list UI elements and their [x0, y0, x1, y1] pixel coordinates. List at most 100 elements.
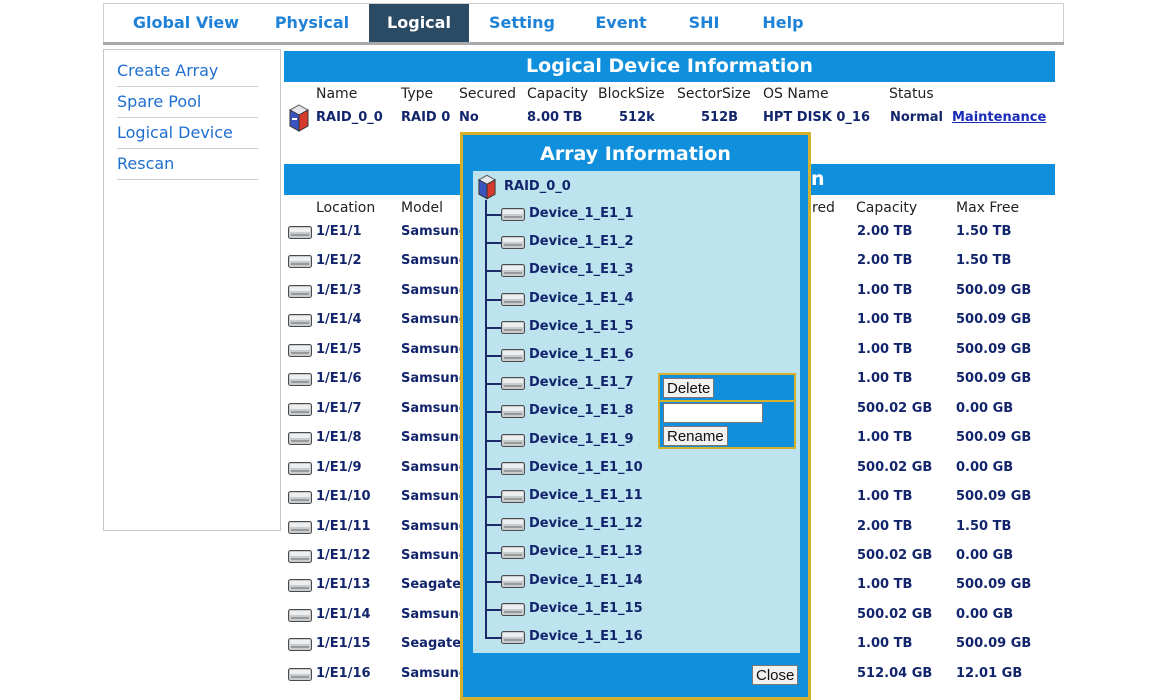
sidebar-item-spare-pool[interactable]: Spare Pool	[117, 87, 258, 118]
row-max-free: 500.09 GB	[956, 283, 1032, 298]
tree-device-label[interactable]: Device_1_E1_9	[529, 432, 634, 447]
tree-branch	[487, 581, 501, 583]
tree-device-label[interactable]: Device_1_E1_4	[529, 291, 634, 306]
row-capacity: 500.02 GB	[857, 401, 933, 416]
nav-underline	[103, 42, 1064, 45]
row-model: Samsung	[401, 607, 469, 622]
device-context-menu: Delete Rename	[658, 373, 796, 449]
disk-icon	[501, 603, 525, 616]
row-max-free: 500.09 GB	[956, 489, 1032, 504]
disk-icon	[288, 226, 312, 239]
logical-row-os-name: HPT DISK 0_16	[763, 110, 871, 125]
row-capacity: 1.00 TB	[857, 371, 913, 386]
row-location[interactable]: 1/E1/16	[316, 666, 371, 681]
row-max-free: 0.00 GB	[956, 607, 1014, 622]
tree-device-label[interactable]: Device_1_E1_15	[529, 601, 643, 616]
row-model: Samsung	[401, 548, 469, 563]
tree-branch	[487, 496, 501, 498]
tree-device-label[interactable]: Device_1_E1_12	[529, 516, 643, 531]
physical-title-fragment: n	[811, 168, 825, 190]
row-capacity: 500.02 GB	[857, 460, 933, 475]
tab-help[interactable]: Help	[754, 4, 812, 42]
tab-global-view[interactable]: Global View	[122, 4, 250, 42]
row-model: Samsung	[401, 430, 469, 445]
row-location[interactable]: 1/E1/5	[316, 342, 362, 357]
disk-icon	[501, 264, 525, 277]
row-max-free: 1.50 TB	[956, 519, 1012, 534]
tree-device-label[interactable]: Device_1_E1_8	[529, 403, 634, 418]
tree-device-label[interactable]: Device_1_E1_3	[529, 262, 634, 277]
logical-row-name[interactable]: RAID_0_0	[316, 110, 383, 125]
logical-row-capacity: 8.00 TB	[527, 110, 583, 125]
row-max-free: 0.00 GB	[956, 401, 1014, 416]
row-capacity: 1.00 TB	[857, 577, 913, 592]
disk-icon	[501, 462, 525, 475]
disk-icon	[288, 609, 312, 622]
tree-branch	[487, 552, 501, 554]
tree-root-label[interactable]: RAID_0_0	[504, 179, 571, 194]
row-location[interactable]: 1/E1/8	[316, 430, 362, 445]
header-secured-fragment: red	[812, 200, 835, 216]
header-name: Name	[316, 86, 358, 102]
row-capacity: 1.00 TB	[857, 283, 913, 298]
tree-device-label[interactable]: Device_1_E1_16	[529, 629, 643, 644]
row-max-free: 500.09 GB	[956, 430, 1032, 445]
disk-icon	[288, 668, 312, 681]
maintenance-link[interactable]: Maintenance	[952, 110, 1046, 125]
row-location[interactable]: 1/E1/3	[316, 283, 362, 298]
tree-device-label[interactable]: Device_1_E1_11	[529, 488, 643, 503]
tree-device-label[interactable]: Device_1_E1_7	[529, 375, 634, 390]
logical-row-blocksize: 512k	[619, 110, 655, 125]
row-location[interactable]: 1/E1/11	[316, 519, 371, 534]
tree-device-label[interactable]: Device_1_E1_2	[529, 234, 634, 249]
header-blocksize: BlockSize	[598, 86, 665, 102]
row-location[interactable]: 1/E1/9	[316, 460, 362, 475]
row-location[interactable]: 1/E1/4	[316, 312, 362, 327]
row-location[interactable]: 1/E1/13	[316, 577, 371, 592]
tree-branch	[487, 327, 501, 329]
tree-branch	[487, 383, 501, 385]
tab-physical[interactable]: Physical	[262, 4, 362, 42]
close-button[interactable]: Close	[752, 665, 799, 685]
row-max-free: 0.00 GB	[956, 548, 1014, 563]
row-capacity: 512.04 GB	[857, 666, 933, 681]
row-location[interactable]: 1/E1/10	[316, 489, 371, 504]
raid-array-icon	[478, 174, 496, 200]
tree-device-label[interactable]: Device_1_E1_1	[529, 206, 634, 221]
tab-event[interactable]: Event	[586, 4, 656, 42]
sidebar-item-logical-device[interactable]: Logical Device	[117, 118, 258, 149]
tree-branch	[487, 355, 501, 357]
tab-setting[interactable]: Setting	[480, 4, 564, 42]
tab-logical[interactable]: Logical	[369, 4, 469, 42]
tree-device-label[interactable]: Device_1_E1_13	[529, 544, 643, 559]
row-location[interactable]: 1/E1/7	[316, 401, 362, 416]
tree-device-label[interactable]: Device_1_E1_14	[529, 573, 643, 588]
tree-branch	[487, 242, 501, 244]
rename-button[interactable]: Rename	[663, 426, 728, 446]
sidebar-item-create-array[interactable]: Create Array	[117, 56, 258, 87]
tab-shi[interactable]: SHI	[678, 4, 730, 42]
disk-icon	[501, 208, 525, 221]
row-model: Samsung	[401, 283, 469, 298]
tree-device-label[interactable]: Device_1_E1_10	[529, 460, 643, 475]
disk-icon	[288, 344, 312, 357]
tree-device-label[interactable]: Device_1_E1_6	[529, 347, 634, 362]
tree-branch	[487, 637, 501, 639]
header-max-free: Max Free	[956, 200, 1020, 216]
row-location[interactable]: 1/E1/14	[316, 607, 371, 622]
logical-row-secured: No	[459, 110, 479, 125]
row-max-free: 500.09 GB	[956, 371, 1032, 386]
row-max-free: 500.09 GB	[956, 342, 1032, 357]
row-location[interactable]: 1/E1/15	[316, 636, 371, 651]
disk-icon	[501, 377, 525, 390]
row-capacity: 2.00 TB	[857, 519, 913, 534]
rename-input[interactable]	[663, 403, 763, 423]
row-model: Seagate	[401, 577, 462, 592]
sidebar-item-rescan[interactable]: Rescan	[117, 149, 258, 180]
row-location[interactable]: 1/E1/1	[316, 224, 362, 239]
row-location[interactable]: 1/E1/2	[316, 253, 362, 268]
row-location[interactable]: 1/E1/6	[316, 371, 362, 386]
delete-button[interactable]: Delete	[663, 378, 715, 398]
tree-device-label[interactable]: Device_1_E1_5	[529, 319, 634, 334]
row-location[interactable]: 1/E1/12	[316, 548, 371, 563]
